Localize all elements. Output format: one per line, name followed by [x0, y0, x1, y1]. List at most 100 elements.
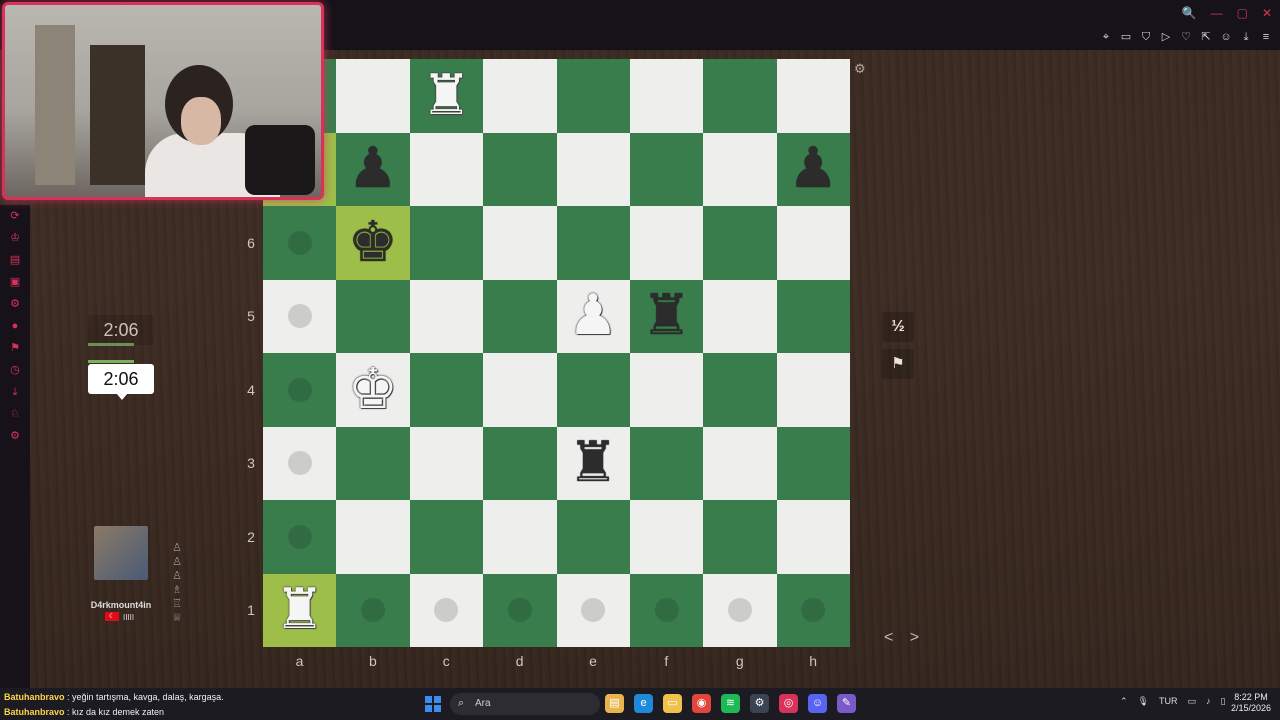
chevron-up-icon[interactable]: ⌃	[1120, 696, 1128, 707]
battery-icon[interactable]: ▯	[1221, 696, 1226, 707]
black-pawn-icon[interactable]: ♟	[777, 133, 850, 206]
legal-move-dot[interactable]	[287, 451, 312, 476]
offer-draw-button[interactable]: ½	[882, 312, 914, 342]
settings-icon[interactable]: ⚙	[0, 425, 30, 447]
resign-button[interactable]: ⚑	[882, 349, 914, 379]
file-explorer-icon[interactable]: ▤	[605, 694, 624, 713]
square-g4[interactable]	[703, 353, 777, 427]
square-h3[interactable]	[776, 426, 851, 500]
gear-icon[interactable]: ⚙	[854, 61, 866, 77]
steam-icon[interactable]: ⚙	[750, 694, 769, 713]
square-h2[interactable]	[776, 500, 851, 574]
square-g7[interactable]	[703, 132, 777, 206]
taskbar-search-input[interactable]	[450, 693, 600, 715]
volume-icon[interactable]: ♪	[1206, 696, 1211, 707]
legal-move-dot[interactable]	[287, 304, 312, 329]
legal-move-dot[interactable]	[654, 598, 679, 623]
square-b8[interactable]	[336, 59, 410, 133]
download-icon[interactable]: ⤓	[0, 381, 30, 403]
square-g5[interactable]	[703, 279, 777, 353]
square-d2[interactable]	[483, 500, 557, 574]
square-c7[interactable]	[409, 132, 484, 206]
square-e2[interactable]	[556, 500, 630, 574]
square-c2[interactable]	[409, 500, 484, 574]
square-b5[interactable]	[336, 279, 410, 353]
language-indicator[interactable]: TUR	[1159, 696, 1178, 707]
list-icon[interactable]: ▤	[0, 249, 30, 271]
flag-icon[interactable]: ⚑	[0, 337, 30, 359]
legal-move-dot[interactable]	[507, 598, 532, 623]
pin-icon[interactable]: ⌖	[1100, 30, 1112, 44]
windows-start-icon[interactable]	[425, 696, 441, 712]
square-d4[interactable]	[483, 353, 557, 427]
square-f8[interactable]	[629, 59, 704, 133]
square-g6[interactable]	[703, 206, 777, 280]
white-rook-icon[interactable]: ♜	[410, 59, 483, 132]
menu-icon[interactable]: ≡	[1260, 30, 1272, 44]
avatar[interactable]	[94, 526, 148, 580]
black-pawn-icon[interactable]: ♟	[336, 133, 409, 206]
square-h5[interactable]	[776, 279, 851, 353]
board-icon[interactable]: ▣	[0, 271, 30, 293]
gear-icon[interactable]: ⚙	[0, 293, 30, 315]
square-e6[interactable]	[556, 206, 630, 280]
search-icon[interactable]: 🔍	[1182, 6, 1197, 20]
white-king-icon[interactable]: ♚	[336, 353, 409, 426]
discord-icon[interactable]: ☺	[808, 694, 827, 713]
square-c4[interactable]	[409, 353, 484, 427]
heart-icon[interactable]: ♡	[1180, 30, 1192, 44]
app-icon[interactable]: ✎	[837, 694, 856, 713]
square-g8[interactable]	[703, 59, 777, 133]
square-h6[interactable]	[776, 206, 851, 280]
user-icon[interactable]: ☺	[1220, 30, 1232, 44]
legal-move-dot[interactable]	[287, 230, 312, 255]
black-rook-icon[interactable]: ♜	[630, 280, 703, 353]
network-icon[interactable]: ▭	[1187, 696, 1196, 707]
crop-icon[interactable]: ▭	[1120, 30, 1132, 44]
legal-move-dot[interactable]	[287, 524, 312, 549]
crown-icon[interactable]: ♔	[0, 227, 30, 249]
microphone-icon[interactable]: 🎙	[1138, 696, 1149, 707]
square-d8[interactable]	[483, 59, 557, 133]
spotify-icon[interactable]: ≋	[721, 694, 740, 713]
opponent-username[interactable]: D4rkmount4in	[80, 600, 162, 610]
square-e7[interactable]	[556, 132, 630, 206]
square-f2[interactable]	[629, 500, 704, 574]
record-icon[interactable]: ●	[0, 315, 30, 337]
square-h4[interactable]	[776, 353, 851, 427]
system-clock[interactable]: 8:22 PM 2/15/2026	[1226, 692, 1276, 714]
move-navigation[interactable]: < >	[884, 629, 925, 647]
white-rook-icon[interactable]: ♜	[263, 574, 336, 647]
shield-icon[interactable]: ⛉	[1140, 30, 1152, 44]
square-b3[interactable]	[336, 426, 410, 500]
black-rook-icon[interactable]: ♜	[557, 427, 630, 500]
square-c3[interactable]	[409, 426, 484, 500]
square-d5[interactable]	[483, 279, 557, 353]
share-icon[interactable]: ⇱	[1200, 30, 1212, 44]
square-c6[interactable]	[409, 206, 484, 280]
chess-board[interactable]: ♜ ♟ ♟ ♚ ♟ ♜ ♚ ♜ ♜	[263, 59, 851, 647]
folder-icon[interactable]: ▭	[663, 694, 682, 713]
edge-icon[interactable]: e	[634, 694, 653, 713]
square-f3[interactable]	[629, 426, 704, 500]
minimize-button[interactable]: —	[1211, 6, 1223, 20]
square-h8[interactable]	[776, 59, 851, 133]
square-e4[interactable]	[556, 353, 630, 427]
refresh-icon[interactable]: ⟳	[0, 205, 30, 227]
square-f7[interactable]	[629, 132, 704, 206]
close-button[interactable]: ✕	[1262, 6, 1272, 20]
square-f6[interactable]	[629, 206, 704, 280]
clock-icon[interactable]: ◷	[0, 359, 30, 381]
square-d7[interactable]	[483, 132, 557, 206]
square-f4[interactable]	[629, 353, 704, 427]
square-d6[interactable]	[483, 206, 557, 280]
white-pawn-icon[interactable]: ♟	[557, 280, 630, 353]
maximize-button[interactable]: ▢	[1237, 6, 1248, 20]
square-d3[interactable]	[483, 426, 557, 500]
obs-icon[interactable]: ◎	[779, 694, 798, 713]
download-icon[interactable]: ⤓	[1240, 30, 1252, 44]
square-c5[interactable]	[409, 279, 484, 353]
play-icon[interactable]: ▷	[1160, 30, 1172, 44]
square-g3[interactable]	[703, 426, 777, 500]
square-e8[interactable]	[556, 59, 630, 133]
